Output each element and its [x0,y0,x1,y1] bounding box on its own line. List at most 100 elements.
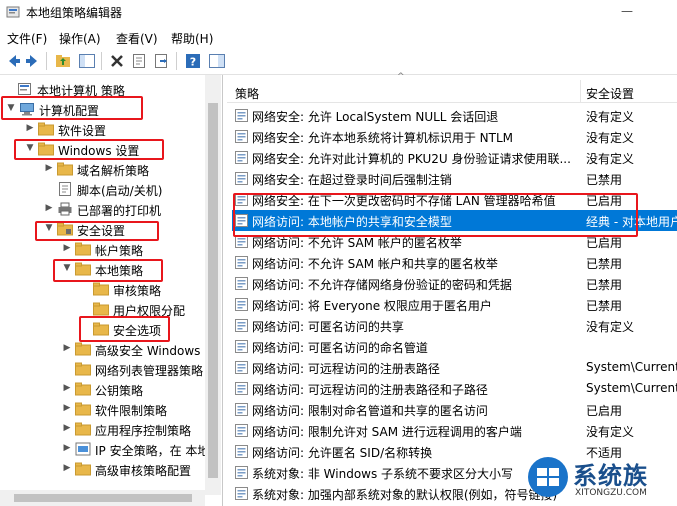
tree-node-label: 公钥策略 [95,384,144,398]
expand-arrow-icon[interactable]: ▶ [61,343,73,353]
policy-setting-value: 没有定义 [586,152,635,166]
tree-node-label: IP 安全策略，在 本地 [95,444,210,458]
properties-icon[interactable] [130,52,148,70]
export-list-icon[interactable] [152,52,170,70]
policy-row[interactable]: 网络安全: 在超过登录时间后强制注销 已禁用 [232,168,677,189]
policy-row[interactable]: 网络访问: 不允许存储网络身份验证的密码和凭据 已禁用 [232,273,677,294]
column-header-setting[interactable]: 安全设置 [586,85,634,102]
expand-arrow-icon[interactable]: ▶ [61,243,73,253]
policy-setting-value: System\CurrentC [586,381,677,395]
expand-arrow-icon[interactable]: ▶ [61,383,73,393]
policy-name: 网络访问: 可远程访问的注册表路径和子路径 [252,383,488,397]
delete-icon[interactable] [108,52,126,70]
policy-setting-icon [235,403,248,416]
annotation-box-computer-config [1,96,143,120]
policy-setting-value: 没有定义 [586,131,635,145]
policy-name: 网络访问: 可远程访问的注册表路径 [252,362,440,376]
menu-help[interactable]: 帮助(H) [171,30,213,47]
policy-row[interactable]: 网络安全: 允许 LocalSystem NULL 会话回退 没有定义 [232,105,677,126]
policy-setting-icon [235,130,248,143]
script-icon [57,182,73,196]
policy-setting-value: 没有定义 [586,320,635,334]
expand-arrow-icon[interactable]: ▶ [61,423,73,433]
expand-arrow-icon[interactable]: ▶ [61,403,73,413]
policy-row[interactable]: 网络访问: 限制允许对 SAM 进行远程调用的客户端 没有定义 [232,420,677,441]
tree-node-label: 域名解析策略 [77,164,150,178]
policy-setting-value: 已禁用 [586,299,623,313]
expand-arrow-icon[interactable]: ▶ [43,163,55,173]
policy-setting-icon [235,277,248,290]
sort-caret-icon: ^ [397,72,405,82]
policy-setting-icon [235,172,248,185]
tree-node-label: 脚本(启动/关机) [77,184,163,198]
menu-file[interactable]: 文件(F) [7,30,47,47]
minimize-button[interactable]: — [612,4,642,22]
folder-icon [75,242,91,256]
forward-icon[interactable] [24,52,42,70]
policy-name: 网络访问: 限制对命名管道和共享的匿名访问 [252,404,488,418]
policy-row[interactable]: 网络访问: 限制对命名管道和共享的匿名访问 已启用 [232,399,677,420]
policy-setting-icon [235,487,248,500]
up-folder-icon[interactable] [54,52,72,70]
folder-icon [38,122,54,136]
tree-hscroll-thumb[interactable] [14,494,192,502]
watermark-url: XITONGZU.COM [575,488,647,498]
policy-name: 网络安全: 允许 LocalSystem NULL 会话回退 [252,110,499,124]
policy-row[interactable]: 网络访问: 可匿名访问的共享 没有定义 [232,315,677,336]
back-icon[interactable] [4,52,22,70]
policy-row[interactable]: 网络安全: 允许本地系统将计算机标识用于 NTLM 没有定义 [232,126,677,147]
column-header-policy[interactable]: 策略 [235,85,259,102]
menu-view[interactable]: 查看(V) [116,30,158,47]
column-divider[interactable] [580,80,581,102]
folder-icon [75,362,91,376]
policy-setting-icon [235,466,248,479]
policy-name: 网络访问: 可匿名访问的共享 [252,320,404,334]
policy-row[interactable]: 网络访问: 可远程访问的注册表路径 System\CurrentC [232,357,677,378]
folder-icon [75,462,91,476]
ip-security-icon [75,442,91,456]
tree-scroll-thumb[interactable] [208,103,218,478]
policy-row[interactable]: 网络安全: 允许对此计算机的 PKU2U 身份验证请求使用联... 没有定义 [232,147,677,168]
policy-setting-value: 已禁用 [586,257,623,271]
watermark: 系统族 XITONGZU.COM [527,452,677,506]
policy-setting-icon [235,340,248,353]
policy-row[interactable]: 网络访问: 可远程访问的注册表路径和子路径 System\CurrentC [232,378,677,399]
svg-text:?: ? [190,56,196,69]
show-hide-tree-icon[interactable] [78,52,96,70]
policy-setting-icon [235,298,248,311]
expand-arrow-icon[interactable]: ▶ [24,123,36,133]
tree-node-label: 审核策略 [113,284,162,298]
annotation-box-security-options [79,316,170,342]
policy-name: 网络访问: 限制允许对 SAM 进行远程调用的客户端 [252,425,522,439]
policy-row[interactable]: 网络访问: 可匿名访问的命名管道 [232,336,677,357]
policy-setting-icon [235,445,248,458]
policy-setting-icon [235,361,248,374]
tree-node-label: 软件限制策略 [95,404,168,418]
annotation-box-windows-settings [14,139,164,160]
policy-setting-value: 已启用 [586,404,623,418]
policy-setting-icon [235,382,248,395]
expand-arrow-icon[interactable]: ▶ [61,443,73,453]
policy-row[interactable]: 网络访问: 不允许 SAM 帐户和共享的匿名枚举 已禁用 [232,252,677,273]
computer-policy-icon [17,82,33,96]
tree-node-label: 软件设置 [58,124,107,138]
policy-setting-value: 已禁用 [586,278,623,292]
policy-setting-value: 没有定义 [586,110,635,124]
annotation-box-local-policies [53,259,163,282]
tree-node-label: 帐户策略 [95,244,144,258]
folder-icon [57,162,73,176]
tree-node-label: 应用程序控制策略 [95,424,192,438]
watermark-logo-icon [528,457,568,497]
policy-setting-icon [235,256,248,269]
folder-icon [75,422,91,436]
policy-name: 网络安全: 允许对此计算机的 PKU2U 身份验证请求使用联... [252,152,571,166]
policy-row[interactable]: 网络访问: 将 Everyone 权限应用于匿名用户 已禁用 [232,294,677,315]
help-icon[interactable]: ? [184,52,202,70]
show-pane-icon[interactable] [208,52,226,70]
expand-arrow-icon[interactable]: ▶ [43,203,55,213]
policy-setting-icon [235,109,248,122]
policy-name: 网络访问: 不允许 SAM 帐户和共享的匿名枚举 [252,257,498,271]
folder-icon [75,342,91,356]
expand-arrow-icon[interactable]: ▶ [61,463,73,473]
menu-action[interactable]: 操作(A) [59,30,101,47]
